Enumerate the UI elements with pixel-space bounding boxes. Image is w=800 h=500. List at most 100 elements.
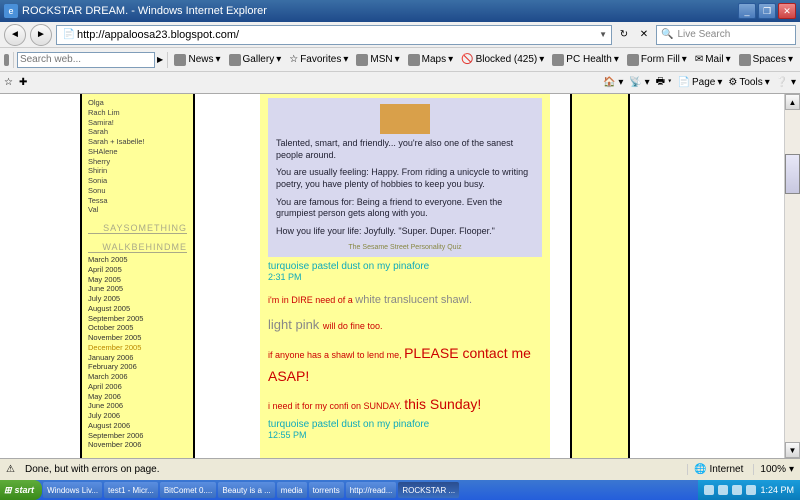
stop-button[interactable]: ✕ (636, 27, 652, 43)
minimize-button[interactable]: _ (738, 3, 756, 19)
close-button[interactable]: ✕ (778, 3, 796, 19)
tb-news[interactable]: News ▾ (171, 54, 223, 66)
archive-link[interactable]: May 2005 (88, 275, 187, 285)
taskbar-task[interactable]: ROCKSTAR ... (398, 482, 459, 498)
fav-star-icon[interactable]: ☆ (4, 77, 13, 88)
friend-link[interactable]: Sherry (88, 157, 187, 167)
tb-msn[interactable]: MSN ▾ (353, 54, 402, 66)
friend-link[interactable]: Olga (88, 98, 187, 108)
help-button[interactable]: ❔ ▾ (776, 77, 796, 88)
maximize-button[interactable]: ❐ (758, 3, 776, 19)
friend-link[interactable]: Sarah (88, 127, 187, 137)
window-title: ROCKSTAR DREAM. - Windows Internet Explo… (22, 5, 267, 17)
archive-link[interactable]: October 2005 (88, 323, 187, 333)
tb-maps[interactable]: Maps ▾ (405, 54, 456, 66)
nav-toolbar: ◄ ► 📄 http://appaloosa23.blogspot.com/ ▼… (0, 22, 800, 48)
window-titlebar: e ROCKSTAR DREAM. - Windows Internet Exp… (0, 0, 800, 22)
archive-link[interactable]: December 2005 (88, 343, 187, 353)
status-bar: ⚠ Done, but with errors on page. 🌐Intern… (0, 458, 800, 480)
tb-blocked[interactable]: 🚫 Blocked (425) ▾ (458, 54, 547, 65)
archive-link[interactable]: February 2006 (88, 362, 187, 372)
archive-link[interactable]: June 2006 (88, 401, 187, 411)
archive-link[interactable]: April 2005 (88, 265, 187, 275)
tb-favorites[interactable]: ☆ Favorites ▾ (286, 54, 351, 65)
searchweb-go[interactable]: ▶ (157, 55, 163, 64)
tb-formfill[interactable]: Form Fill ▾ (624, 54, 690, 66)
tray-icon[interactable] (718, 485, 728, 495)
page-menu[interactable]: 📄 Page ▾ (678, 77, 723, 88)
content-viewport: OlgaRach LimSamira!SarahSarah + Isabelle… (0, 94, 800, 458)
archive-link[interactable]: September 2006 (88, 431, 187, 441)
refresh-button[interactable]: ↻ (616, 27, 632, 43)
start-button[interactable]: ⊞ start (0, 480, 42, 500)
archive-link[interactable]: June 2005 (88, 284, 187, 294)
taskbar-task[interactable]: Windows Liv... (43, 482, 102, 498)
archive-link[interactable]: April 2006 (88, 382, 187, 392)
scroll-up-button[interactable]: ▲ (785, 94, 800, 110)
tray-icon[interactable] (704, 485, 714, 495)
back-button[interactable]: ◄ (4, 24, 26, 46)
searchweb-input[interactable] (17, 52, 155, 68)
friend-link[interactable]: Val (88, 205, 187, 215)
friend-link[interactable]: Tessa (88, 196, 187, 206)
system-tray[interactable]: 1:24 PM (698, 480, 800, 500)
tb-mail[interactable]: ✉ Mail ▾ (692, 54, 734, 65)
address-bar[interactable]: 📄 http://appaloosa23.blogspot.com/ ▼ (56, 25, 612, 45)
windows-logo-icon: ⊞ (4, 485, 12, 496)
pchealth-icon (552, 54, 564, 66)
friend-link[interactable]: Samira! (88, 118, 187, 128)
archive-link[interactable]: August 2006 (88, 421, 187, 431)
archive-link[interactable]: September 2005 (88, 314, 187, 324)
taskbar-task[interactable]: BitComet 0.... (160, 482, 216, 498)
search-input[interactable]: 🔍 Live Search (656, 25, 796, 45)
archive-link[interactable]: May 2006 (88, 392, 187, 402)
news-icon (174, 54, 186, 66)
tray-icon[interactable] (732, 485, 742, 495)
archive-link[interactable]: March 2006 (88, 372, 187, 382)
post-time: 2:31 PM (268, 272, 542, 282)
tools-menu[interactable]: ⚙ Tools ▾ (728, 77, 769, 88)
friend-link[interactable]: Sarah + Isabelle! (88, 137, 187, 147)
quiz-photo (380, 104, 430, 134)
archive-link[interactable]: July 2006 (88, 411, 187, 421)
friend-link[interactable]: Sonu (88, 186, 187, 196)
feeds-button[interactable]: 📡 ▾ (629, 77, 649, 88)
clock[interactable]: 1:24 PM (760, 485, 794, 495)
tb-pchealth[interactable]: PC Health ▾ (549, 54, 622, 66)
quiz-result-box: Talented, smart, and friendly... you're … (268, 98, 542, 257)
gallery-icon (229, 54, 241, 66)
print-button[interactable]: 🖶 ▾ (656, 74, 672, 91)
tray-icon[interactable] (746, 485, 756, 495)
taskbar-task[interactable]: torrents (309, 482, 344, 498)
friend-link[interactable]: Rach Lim (88, 108, 187, 118)
archive-link[interactable]: November 2006 (88, 440, 187, 450)
vertical-scrollbar[interactable]: ▲ ▼ (784, 94, 800, 458)
tb-gallery[interactable]: Gallery ▾ (226, 54, 285, 66)
address-dropdown-icon[interactable]: ▼ (599, 30, 607, 39)
scroll-down-button[interactable]: ▼ (785, 442, 800, 458)
home-button[interactable]: 🏠 ▾ (603, 77, 623, 88)
post-permalink[interactable]: turquoise pastel dust on my pinafore (268, 261, 542, 272)
friend-link[interactable]: SHAlene (88, 147, 187, 157)
status-zoom[interactable]: 100% ▾ (753, 464, 794, 475)
post-permalink-2[interactable]: turquoise pastel dust on my pinafore (268, 419, 542, 430)
archive-link[interactable]: November 2005 (88, 333, 187, 343)
friend-link[interactable]: Shirin (88, 166, 187, 176)
quiz-source-link[interactable]: The Sesame Street Personality Quiz (276, 244, 534, 251)
friend-link[interactable]: Sonia (88, 176, 187, 186)
archive-link[interactable]: January 2006 (88, 353, 187, 363)
fav-add-icon[interactable]: ✚ (19, 77, 27, 88)
friends-list: OlgaRach LimSamira!SarahSarah + Isabelle… (88, 98, 187, 215)
archive-link[interactable]: August 2005 (88, 304, 187, 314)
yahoo-icon[interactable] (4, 54, 9, 66)
scroll-thumb[interactable] (785, 154, 800, 194)
taskbar-task[interactable]: media (277, 482, 307, 498)
archive-link[interactable]: July 2005 (88, 294, 187, 304)
tb-spaces[interactable]: Spaces ▾ (736, 54, 796, 66)
taskbar-task[interactable]: http://read... (346, 482, 397, 498)
address-url: http://appaloosa23.blogspot.com/ (77, 29, 239, 41)
archive-link[interactable]: March 2005 (88, 255, 187, 265)
taskbar-task[interactable]: test1 - Micr... (104, 482, 158, 498)
taskbar-task[interactable]: Beauty is a ... (218, 482, 274, 498)
forward-button[interactable]: ► (30, 24, 52, 46)
